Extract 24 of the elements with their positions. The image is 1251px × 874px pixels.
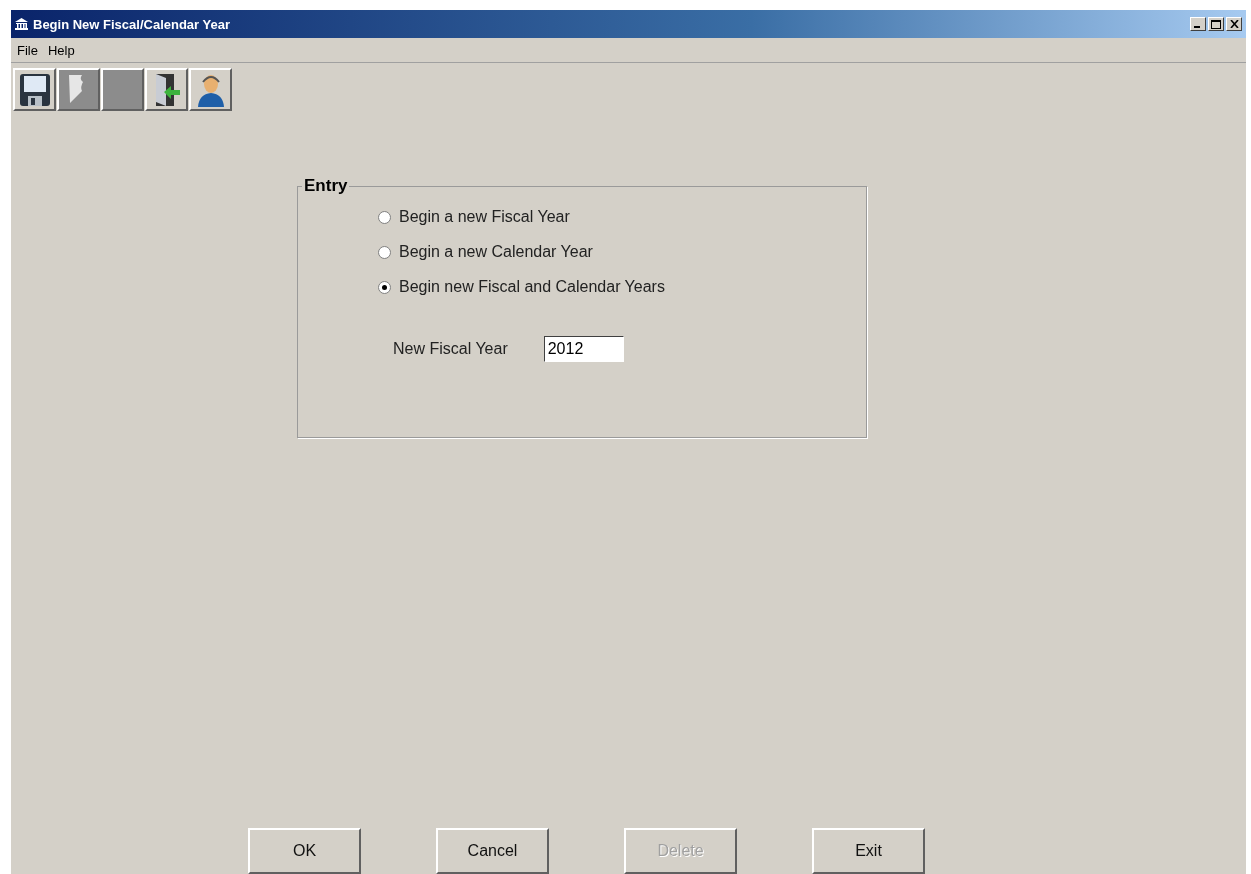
- menu-item[interactable]: File: [13, 42, 42, 58]
- toolbar-button[interactable]: [145, 68, 188, 111]
- menu-item[interactable]: Help: [43, 42, 79, 58]
- dialog-button[interactable]: OK: [248, 828, 361, 874]
- group-title: Entry: [303, 176, 349, 196]
- fiscal-year-field[interactable]: 2012: [543, 336, 624, 362]
- radio-button[interactable]: [378, 280, 391, 294]
- maximize-icon: [1211, 19, 1221, 29]
- option-label[interactable]: Begin a new Calendar Year: [399, 243, 593, 261]
- bank-icon: [15, 18, 28, 30]
- close-icon: [1229, 20, 1239, 28]
- radio-button[interactable]: [378, 210, 391, 224]
- dialog-button[interactable]: Cancel: [436, 828, 549, 874]
- option-label[interactable]: Begin new Fiscal and Calendar Years: [399, 278, 665, 296]
- option-label[interactable]: Begin a new Fiscal Year: [399, 208, 570, 226]
- toolbar-button[interactable]: [189, 68, 232, 111]
- radio-button[interactable]: [378, 245, 391, 259]
- window-title: Begin New Fiscal/Calendar Year: [33, 16, 231, 32]
- maximize-button[interactable]: [1208, 17, 1224, 31]
- toolbar-button[interactable]: [13, 68, 56, 111]
- close-button[interactable]: [1226, 17, 1242, 31]
- minimize-button[interactable]: [1190, 17, 1206, 31]
- dialog-button[interactable]: Exit: [812, 828, 925, 874]
- field-label: New Fiscal Year: [393, 340, 508, 358]
